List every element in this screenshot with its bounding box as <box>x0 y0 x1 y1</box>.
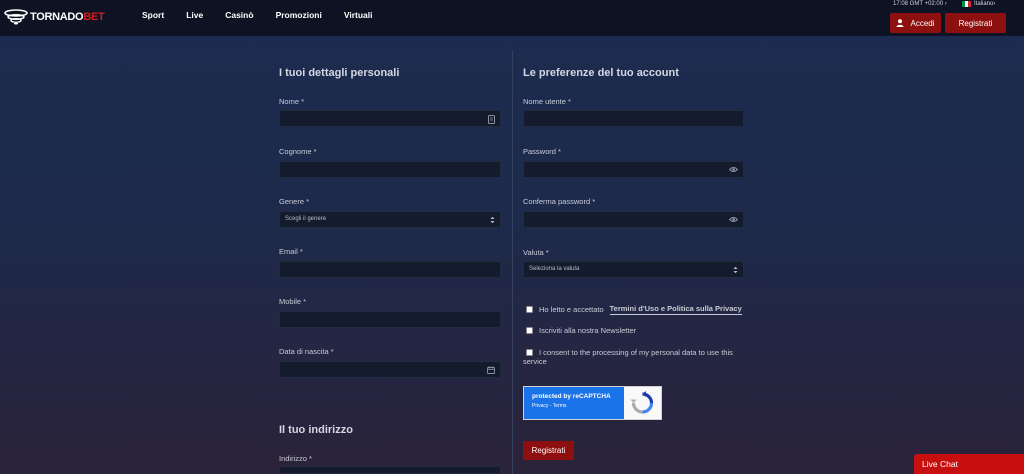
column-divider <box>512 50 513 474</box>
clock-text: 17:08 GMT +02:00 <box>893 1 944 7</box>
terms-consent-row: Ho letto e accettato Termini d'Uso e Pol… <box>526 304 742 315</box>
data-consent-checkbox[interactable] <box>526 349 533 356</box>
contact-card-icon <box>488 115 495 126</box>
email-input[interactable] <box>279 261 501 278</box>
currency-label: Valuta * <box>523 248 549 257</box>
confirm-password-input[interactable] <box>523 211 744 228</box>
brand-name: TORNADOBET <box>30 11 105 23</box>
email-label: Email * <box>279 247 303 256</box>
last-name-input[interactable] <box>279 161 501 178</box>
gender-select[interactable]: Scegli il genere <box>279 211 501 228</box>
nav-sport[interactable]: Sport <box>142 10 164 20</box>
address-title: Il tuo indirizzo <box>279 424 353 436</box>
nav-casino[interactable]: Casinò <box>225 10 253 20</box>
top-bar: TORNADOBET Sport Live Casinò Promozioni … <box>0 0 1024 36</box>
chevron-right-icon: › <box>993 1 996 7</box>
gender-select-value: Scegli il genere <box>285 216 327 222</box>
tornado-logo-icon <box>4 9 28 25</box>
mobile-label: Mobile * <box>279 297 307 306</box>
gender-label: Genere * <box>279 197 310 206</box>
recaptcha-title: protected by reCAPTCHA <box>532 393 611 400</box>
clock-selector[interactable]: 17:08 GMT +02:00 › <box>893 1 947 7</box>
recaptcha-logo-icon <box>624 387 661 419</box>
confirm-password-label: Conferma password * <box>523 197 596 206</box>
newsletter-text: Iscriviti alla nostra Newsletter <box>539 326 637 335</box>
personal-details-title: I tuoi dettagli personali <box>279 67 400 79</box>
newsletter-row: Iscriviti alla nostra Newsletter <box>526 326 636 335</box>
street-label: Indirizzo * <box>279 454 312 463</box>
eye-icon[interactable] <box>728 216 739 225</box>
calendar-icon <box>487 366 495 376</box>
newsletter-checkbox[interactable] <box>526 327 533 334</box>
register-submit-button[interactable]: Registrati <box>523 441 574 460</box>
user-icon <box>896 19 904 27</box>
last-name-label: Cognome * <box>279 147 317 156</box>
terms-text: Ho letto e accettato <box>539 305 604 314</box>
mobile-input[interactable] <box>279 311 501 328</box>
login-button[interactable]: Accedi <box>890 13 941 33</box>
select-arrows-icon <box>733 266 738 276</box>
username-input[interactable] <box>523 110 744 127</box>
password-input[interactable] <box>523 161 744 178</box>
data-consent-row: I consent to the processing of my person… <box>526 348 733 357</box>
data-consent-text-line2: service <box>523 357 547 366</box>
live-chat-button[interactable]: Live Chat <box>914 454 1024 474</box>
select-arrows-icon <box>490 216 495 226</box>
first-name-label: Nome * <box>279 97 305 106</box>
recaptcha-links[interactable]: Privacy - Terms <box>532 403 624 409</box>
live-chat-label: Live Chat <box>922 459 958 469</box>
italy-flag-icon <box>962 1 971 7</box>
terms-checkbox[interactable] <box>526 306 533 313</box>
street-input[interactable] <box>279 466 501 474</box>
nav-virtuali[interactable]: Virtuali <box>344 10 373 20</box>
register-top-label: Registrati <box>958 18 993 28</box>
terms-link[interactable]: Termini d'Uso e Politica sulla Privacy <box>609 304 742 315</box>
data-consent-text-line1: I consent to the processing of my person… <box>539 348 733 357</box>
brand-logo[interactable]: TORNADOBET <box>4 8 105 26</box>
register-top-button[interactable]: Registrati <box>945 13 1006 33</box>
register-submit-label: Registrati <box>531 446 566 455</box>
eye-icon[interactable] <box>728 166 739 175</box>
account-preferences-title: Le preferenze del tuo account <box>523 67 679 79</box>
main-nav: Sport Live Casinò Promozioni Virtuali <box>142 10 395 20</box>
username-label: Nome utente * <box>523 97 571 106</box>
nav-promozioni[interactable]: Promozioni <box>276 10 322 20</box>
language-selector[interactable]: Italiano › <box>962 1 995 7</box>
language-label: Italiano <box>974 1 994 7</box>
password-label: Password * <box>523 147 561 156</box>
recaptcha-text-panel: protected by reCAPTCHA Privacy - Terms <box>524 387 624 419</box>
birth-date-label: Data di nascita * <box>279 347 334 356</box>
birth-date-input[interactable] <box>279 361 501 378</box>
first-name-input[interactable] <box>279 110 501 127</box>
recaptcha-badge[interactable]: protected by reCAPTCHA Privacy - Terms <box>523 386 662 420</box>
nav-live[interactable]: Live <box>186 10 203 20</box>
chevron-right-icon: › <box>944 1 947 7</box>
currency-select[interactable]: Seleziona la valuta <box>523 261 744 278</box>
login-label: Accedi <box>910 18 935 28</box>
currency-select-value: Seleziona la valuta <box>529 266 580 272</box>
